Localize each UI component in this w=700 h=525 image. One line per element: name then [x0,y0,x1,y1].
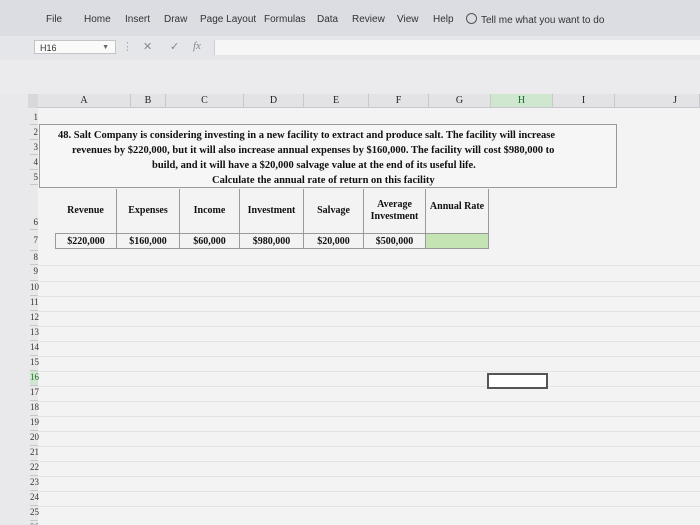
tab-help[interactable]: Help [433,14,454,25]
column-header-b[interactable]: B [131,94,166,108]
tab-file[interactable]: File [46,14,62,25]
gridline [38,491,700,492]
column-header-g[interactable]: G [429,94,491,108]
gridline [38,446,700,447]
row-header-7[interactable]: 7 [30,230,38,251]
row-header-12[interactable]: 12 [30,311,39,326]
row-header-5[interactable]: 5 [30,170,38,185]
lightbulb-icon [466,13,477,24]
tab-data[interactable]: Data [317,14,338,25]
row-header-25[interactable]: 25 [30,506,39,521]
tab-review[interactable]: Review [352,14,385,25]
cancel-icon[interactable]: ✕ [143,40,152,53]
tab-formulas[interactable]: Formulas [264,14,306,25]
tab-home[interactable]: Home [84,14,111,25]
row-header-1[interactable]: 1 [30,110,38,125]
column-header-i[interactable]: I [553,94,615,108]
row-header-24[interactable]: 24 [30,491,39,506]
row-header-21[interactable]: 21 [30,446,39,461]
cell-salvage[interactable]: $20,000 [304,233,364,249]
row-header-16[interactable]: 16 [30,371,39,386]
header-investment[interactable]: Investment [240,189,304,233]
name-box[interactable]: H16 ▼ [34,40,116,54]
header-average-investment[interactable]: Average Investment [364,189,426,233]
problem-line-3: build, and it will have a $20,000 salvag… [152,160,476,171]
cell-investment[interactable]: $980,000 [240,233,304,249]
problem-text-cell[interactable]: 48. Salt Company is considering investin… [39,124,617,188]
cell-revenue[interactable]: $220,000 [55,233,117,249]
tab-view[interactable]: View [397,14,419,25]
column-header-h[interactable]: H [491,94,553,108]
column-header-a[interactable]: A [38,94,131,108]
row-header-19[interactable]: 19 [30,416,39,431]
chevron-down-icon[interactable]: ▼ [102,41,109,55]
row-header-8[interactable]: 8 [30,251,38,265]
gridline [38,431,700,432]
tab-draw[interactable]: Draw [164,14,187,25]
tab-page-layout[interactable]: Page Layout [200,14,256,25]
gridline [38,265,700,266]
gridline [38,506,700,507]
problem-line-1: 48. Salt Company is considering investin… [58,130,555,141]
gridline [38,356,700,357]
row-header-2[interactable]: 2 [30,125,38,140]
gridline [38,416,700,417]
name-box-value: H16 [40,43,57,53]
gridline [38,386,700,387]
gridline [38,461,700,462]
gridline [38,476,700,477]
header-annual-rate[interactable]: Annual Rate [426,189,489,233]
fx-icon[interactable]: fx [193,40,201,52]
column-header-f[interactable]: F [369,94,429,108]
row-header-23[interactable]: 23 [30,476,39,491]
tell-me-label: Tell me what you want to do [481,15,605,26]
gridline [38,281,700,282]
gridline [38,296,700,297]
data-table: Revenue Expenses Income Investment Salva… [55,189,489,251]
cell-average-investment[interactable]: $500,000 [364,233,426,249]
row-header-6[interactable]: 6 [30,185,38,230]
problem-line-4: Calculate the annual rate of return on t… [212,175,435,186]
tab-insert[interactable]: Insert [125,14,150,25]
row-header-14[interactable]: 14 [30,341,39,356]
column-header-c[interactable]: C [166,94,244,108]
header-expenses[interactable]: Expenses [117,189,180,233]
row-header-15[interactable]: 15 [30,356,39,371]
row-header-26[interactable]: 26 [30,521,38,525]
ribbon-gap [0,60,700,94]
row-header-11[interactable]: 11 [30,296,39,311]
row-header-20[interactable]: 20 [30,431,39,446]
header-salvage[interactable]: Salvage [304,189,364,233]
gridline [38,401,700,402]
formula-input[interactable] [214,40,700,55]
problem-line-2: revenues by $220,000, but it will also i… [72,145,555,156]
ribbon-tabs: File Home Insert Draw Page Layout Formul… [0,0,700,37]
row-header-22[interactable]: 22 [30,461,39,476]
header-income[interactable]: Income [180,189,240,233]
column-header-j[interactable]: J [615,94,700,108]
header-revenue[interactable]: Revenue [55,189,117,233]
row-header-13[interactable]: 13 [30,326,39,341]
more-options-icon: ⋮ [122,41,133,53]
row-header-18[interactable]: 18 [30,401,39,416]
tell-me-search[interactable]: Tell me what you want to do [466,13,604,26]
select-all-corner[interactable] [28,94,38,108]
gridline [38,371,700,372]
row-header-3[interactable]: 3 [30,140,38,155]
row-header-9[interactable]: 9 [30,265,38,281]
gridline [38,326,700,327]
cell-annual-rate[interactable] [426,233,489,249]
gridline [38,311,700,312]
gridline [38,341,700,342]
column-header-d[interactable]: D [244,94,304,108]
cell-expenses[interactable]: $160,000 [117,233,180,249]
active-cell-selection[interactable] [487,373,548,389]
row-header-4[interactable]: 4 [30,155,38,170]
row-header-17[interactable]: 17 [30,386,39,401]
cell-income[interactable]: $60,000 [180,233,240,249]
enter-icon[interactable]: ✓ [170,40,179,53]
row-header-10[interactable]: 10 [30,281,39,296]
column-header-e[interactable]: E [304,94,369,108]
